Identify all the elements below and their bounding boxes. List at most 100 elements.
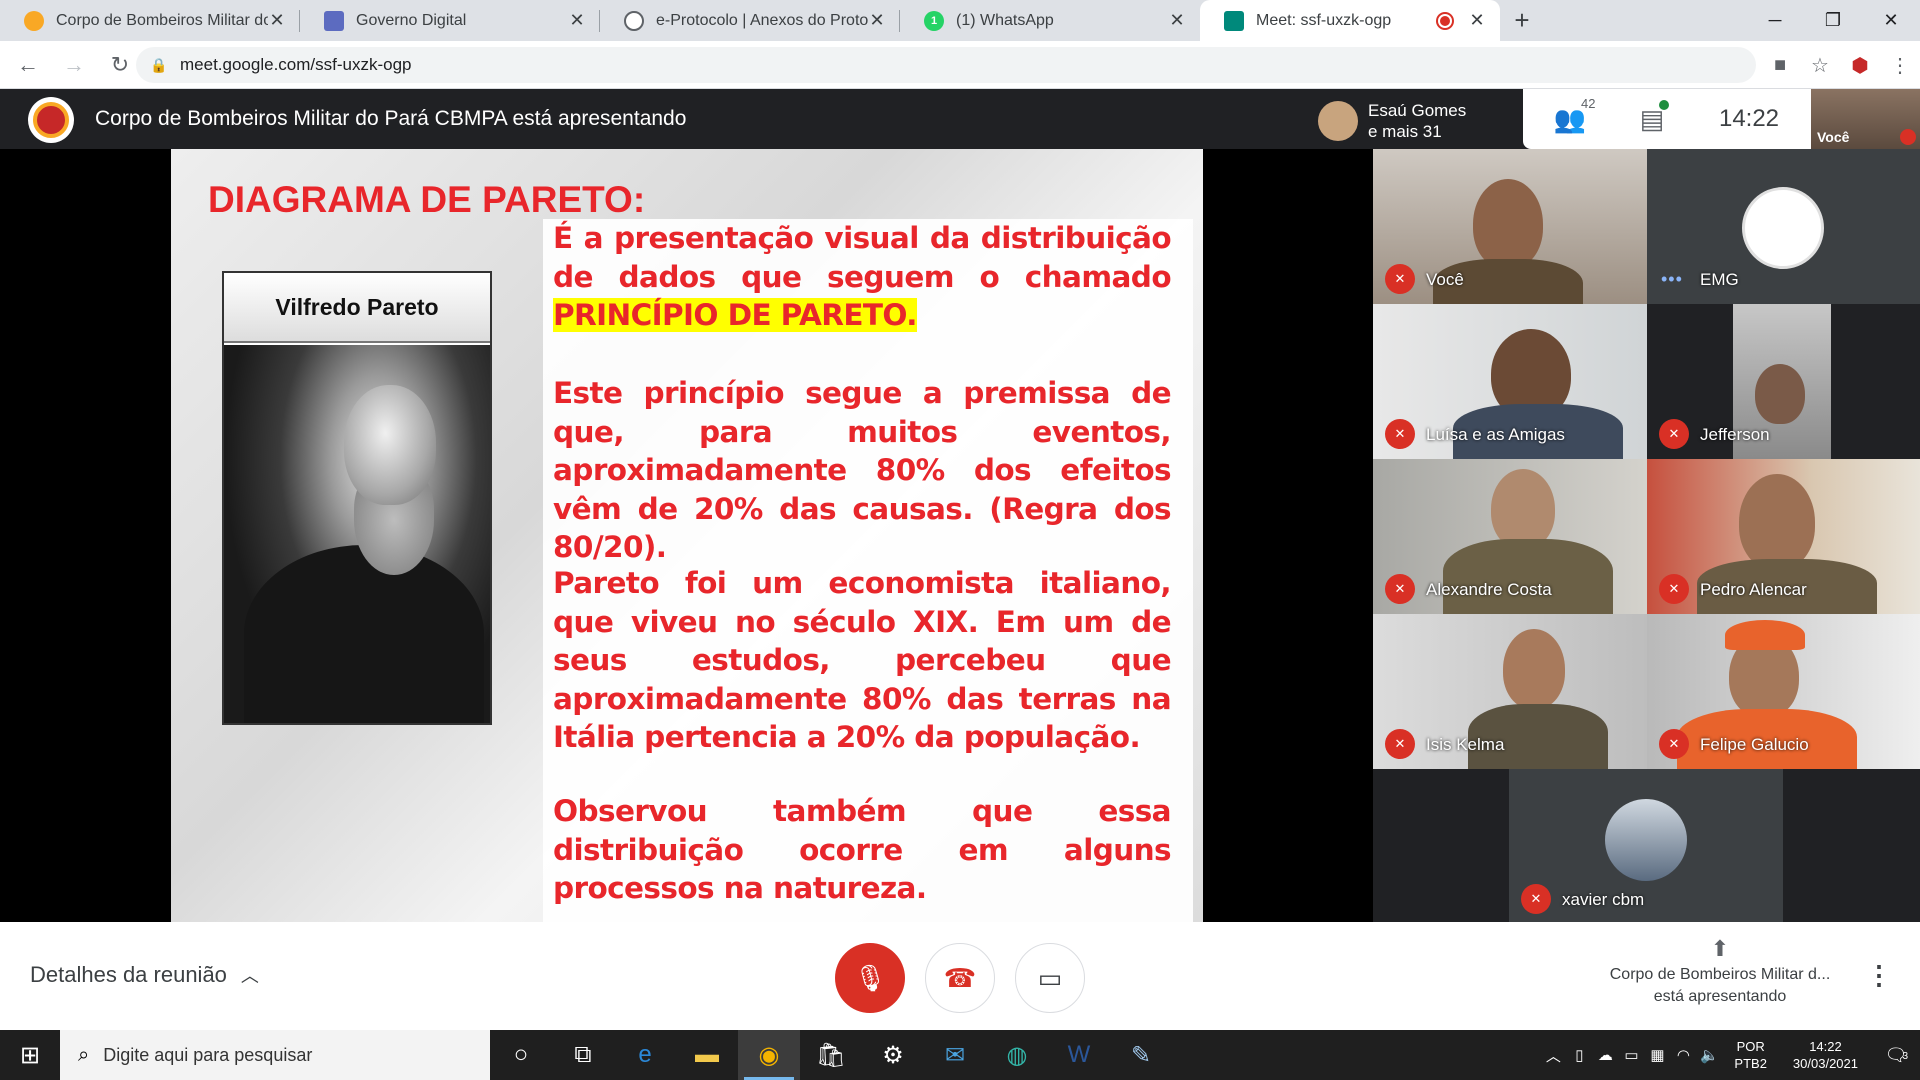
browser-tab[interactable]: Governo Digital ✕ <box>300 0 600 41</box>
settings-gear-icon[interactable]: ⚙ <box>862 1030 924 1080</box>
participant-tile[interactable]: ✕ Jefferson <box>1647 304 1920 459</box>
tab-title: (1) WhatsApp <box>956 11 1054 29</box>
browser-tab[interactable]: e-Protocolo | Anexos do Protoco ✕ <box>600 0 900 41</box>
browser-tab[interactable]: 1 (1) WhatsApp ✕ <box>900 0 1200 41</box>
active-speaker[interactable]: Esaú Gomes e mais 31 <box>1308 96 1523 146</box>
mic-off-icon: ✕ <box>1385 574 1415 604</box>
battery-icon[interactable]: ▭ <box>1618 1046 1644 1064</box>
camera-toggle-button[interactable]: ▭ <box>1015 943 1085 1013</box>
meeting-details-button[interactable]: Detalhes da reunião ︿ <box>30 962 259 988</box>
back-icon[interactable]: ← <box>10 47 46 83</box>
task-view-icon[interactable]: ⧉ <box>552 1030 614 1080</box>
mic-off-icon: ✕ <box>1385 729 1415 759</box>
mic-off-icon: ✕ <box>1385 419 1415 449</box>
edge-icon[interactable]: ◍ <box>986 1030 1048 1080</box>
more-options-icon[interactable]: ⋮ <box>1866 960 1892 991</box>
participant-tile[interactable]: ✕ Felipe Galucio <box>1647 614 1920 769</box>
chat-button[interactable]: ▤ <box>1617 99 1687 135</box>
leave-call-button[interactable]: ☎ <box>925 943 995 1013</box>
whatsapp-icon: 1 <box>924 10 944 31</box>
tab-title: Corpo de Bombeiros Militar do P <box>56 11 268 29</box>
word-icon[interactable]: W <box>1048 1030 1110 1080</box>
slide-paragraph-2: Este princípio segue a premissa de que, … <box>553 376 1172 564</box>
minimize-icon[interactable]: ─ <box>1746 0 1804 40</box>
meet-favicon-icon <box>1224 10 1244 31</box>
chevron-up-icon[interactable]: ︿ <box>1540 1045 1566 1066</box>
participant-tile[interactable]: ••• EMG <box>1647 149 1920 304</box>
speaker-more: e mais 31 <box>1368 122 1442 141</box>
hangup-icon: ☎ <box>943 962 977 993</box>
windows-start-icon[interactable]: ⊞ <box>0 1030 60 1080</box>
search-placeholder: Digite aqui para pesquisar <box>103 1044 313 1065</box>
cortana-icon[interactable]: ○ <box>490 1030 552 1080</box>
mic-off-icon: ✕ <box>1385 264 1415 294</box>
slide-paragraph-4: Observou também que essa distribuição oc… <box>553 794 1172 905</box>
participant-tile[interactable]: ✕ Isis Kelma <box>1373 614 1647 769</box>
participant-count: 42 <box>1581 95 1596 111</box>
clock-time: 14:22 <box>1809 1039 1842 1054</box>
presentation-stage: DIAGRAMA DE PARETO: Vilfredo Pareto É a … <box>0 149 1373 922</box>
slide-paragraph-1: É a presentação visual da distribuição d… <box>553 219 1172 335</box>
chrome-icon[interactable]: ◉ <box>738 1030 800 1080</box>
windows-taskbar: ⊞ ⌕ Digite aqui para pesquisar ○ ⧉ e ▬ ◉… <box>0 1030 1920 1080</box>
browser-tab-active[interactable]: Meet: ssf-uxzk-ogp ✕ <box>1200 0 1500 41</box>
participant-grid: ✕ Você ••• EMG ✕ Luísa e as Amigas ✕ Jef… <box>1373 149 1920 924</box>
reload-icon[interactable]: ↻ <box>102 47 138 83</box>
participants-button[interactable]: 👥 42 <box>1523 96 1617 135</box>
taskbar-search-input[interactable]: ⌕ Digite aqui para pesquisar <box>60 1030 490 1080</box>
notifications-button[interactable]: 🗨 3 <box>1872 1045 1920 1066</box>
forward-icon[interactable]: → <box>56 47 92 83</box>
browser-menu-icon[interactable]: ⋮ <box>1880 53 1920 78</box>
file-explorer-icon[interactable]: ▬ <box>676 1030 738 1080</box>
mic-off-icon: ✕ <box>1659 729 1689 759</box>
meet-bottom-bar: Detalhes da reunião ︿ 🎙 ☎ ▭ ⬆ Corpo de Bo… <box>0 922 1920 1030</box>
paint-icon[interactable]: ✎ <box>1110 1030 1172 1080</box>
presenter-banner: Corpo de Bombeiros Militar do Pará CBMPA… <box>95 107 687 130</box>
close-tab-icon[interactable]: ✕ <box>268 10 286 31</box>
presenting-line-1: Corpo de Bombeiros Militar d... <box>1609 966 1831 983</box>
system-clock[interactable]: 14:22 30/03/2021 <box>1793 1038 1858 1072</box>
restore-icon[interactable]: ❐ <box>1804 0 1862 40</box>
participant-name: Felipe Galucio <box>1700 735 1809 754</box>
tab-title: Meet: ssf-uxzk-ogp <box>1256 11 1392 29</box>
close-window-icon[interactable]: ✕ <box>1862 0 1920 40</box>
lock-icon: 🔒 <box>150 56 168 73</box>
url-text: meet.google.com/ssf-uxzk-ogp <box>180 55 412 74</box>
details-label: Detalhes da reunião <box>30 962 227 987</box>
browser-tab-strip: Corpo de Bombeiros Militar do P ✕ Govern… <box>0 0 1920 41</box>
input-language[interactable]: POR PTB2 <box>1734 1038 1767 1072</box>
meet-header: Corpo de Bombeiros Militar do Pará CBMPA… <box>0 89 1920 149</box>
internet-explorer-icon[interactable]: e <box>614 1030 676 1080</box>
highlighted-text: PRINCÍPIO DE PARETO. <box>553 298 917 332</box>
store-icon[interactable]: 🛍 <box>800 1030 862 1080</box>
browser-tab[interactable]: Corpo de Bombeiros Militar do P ✕ <box>0 0 300 41</box>
device-icon[interactable]: ▯ <box>1566 1046 1592 1064</box>
close-tab-icon[interactable]: ✕ <box>568 10 586 31</box>
system-tray: ︿ ▯ ☁ ▭ ▦ ◠ 🔈 POR PTB2 14:22 30/03/2021 … <box>1540 1030 1920 1080</box>
camera-in-use-icon[interactable]: ■ <box>1760 54 1800 77</box>
close-tab-icon[interactable]: ✕ <box>868 10 886 31</box>
new-tab-button[interactable]: + <box>1500 0 1544 41</box>
slide-text-box: É a presentação visual da distribuição d… <box>543 219 1193 922</box>
self-view-thumbnail[interactable]: Você <box>1811 89 1920 149</box>
presenting-info[interactable]: ⬆ Corpo de Bombeiros Militar d... está a… <box>1590 938 1850 1008</box>
extension-icon[interactable]: ⬢ <box>1840 53 1880 78</box>
participant-tile[interactable]: ✕ Luísa e as Amigas <box>1373 304 1647 459</box>
clock-date: 30/03/2021 <box>1792 1056 1858 1071</box>
participant-tile[interactable]: ✕ Alexandre Costa <box>1373 459 1647 614</box>
onedrive-icon[interactable]: ☁ <box>1592 1046 1618 1064</box>
close-tab-icon[interactable]: ✕ <box>1468 10 1486 31</box>
mic-toggle-button[interactable]: 🎙 <box>835 943 905 1013</box>
keyboard-icon[interactable]: ▦ <box>1644 1046 1670 1064</box>
close-tab-icon[interactable]: ✕ <box>1168 10 1186 31</box>
participant-tile[interactable]: ✕ xavier cbm <box>1509 769 1783 924</box>
participant-name: Jefferson <box>1700 425 1770 444</box>
participant-tile[interactable]: ✕ Pedro Alencar <box>1647 459 1920 614</box>
wifi-icon[interactable]: ◠ <box>1670 1046 1696 1064</box>
volume-icon[interactable]: 🔈 <box>1696 1046 1722 1064</box>
bookmark-star-icon[interactable]: ☆ <box>1800 53 1840 78</box>
participant-tile[interactable]: ✕ Você <box>1373 149 1647 304</box>
url-input[interactable]: 🔒 meet.google.com/ssf-uxzk-ogp <box>136 47 1756 83</box>
mic-off-icon: ✕ <box>1659 419 1689 449</box>
mail-icon[interactable]: ✉ <box>924 1030 986 1080</box>
